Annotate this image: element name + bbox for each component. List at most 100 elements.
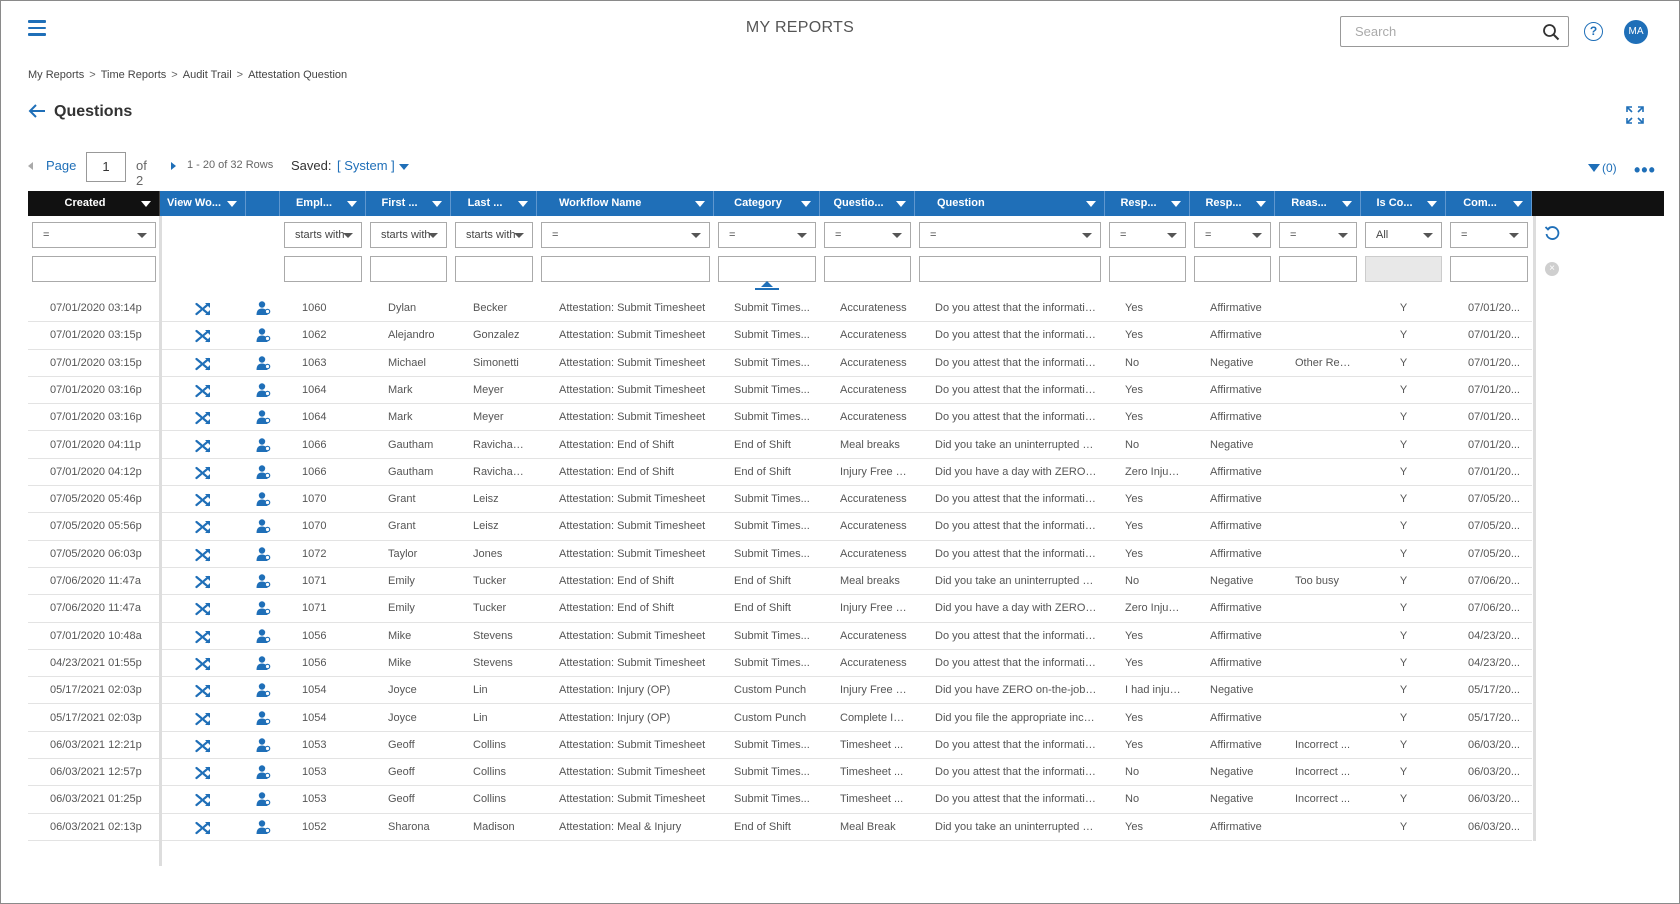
employee-icon[interactable] [255,682,271,698]
filter-operator-select[interactable]: = [718,222,816,248]
table-row[interactable]: 05/17/2021 02:03p 1054 Joyce Lin Attestation… [28,677,1532,705]
chevron-down-icon[interactable] [227,201,237,207]
next-page-icon[interactable] [171,162,176,170]
filter-value-input[interactable] [370,256,447,282]
table-row[interactable]: 07/01/2020 04:12p 1066 Gautham Ravichand...… [28,459,1532,487]
chevron-down-icon[interactable] [691,233,701,238]
chevron-down-icon[interactable] [141,201,151,207]
filter-operator-select[interactable]: = [1279,222,1357,248]
column-header[interactable]: Category [714,191,820,216]
table-row[interactable]: 07/01/2020 03:15p 1062 Alejandro Gonzalez At… [28,322,1532,350]
employee-icon[interactable] [255,737,271,753]
filter-operator-select[interactable]: = [541,222,710,248]
shuffle-icon[interactable] [195,383,211,399]
search-box[interactable] [1340,16,1569,47]
chevron-down-icon[interactable] [1167,233,1177,238]
employee-icon[interactable] [255,710,271,726]
table-row[interactable]: 07/06/2020 11:47a 1071 Emily Tucker Attestat… [28,595,1532,623]
chevron-down-icon[interactable] [1513,201,1523,207]
employee-icon[interactable] [255,382,271,398]
table-row[interactable]: 07/05/2020 05:46p 1070 Grant Leisz Attestati… [28,486,1532,514]
employee-icon[interactable] [255,464,271,480]
chevron-down-icon[interactable] [1427,201,1437,207]
filter-operator-select[interactable]: starts with [455,222,533,248]
filter-operator-select[interactable]: = [1109,222,1186,248]
employee-icon[interactable] [255,764,271,780]
employee-icon[interactable] [255,573,271,589]
shuffle-icon[interactable] [195,301,211,317]
filter-value-input[interactable] [32,256,156,282]
saved-view-select[interactable]: [ System ] [337,158,395,173]
chevron-down-icon[interactable] [1338,233,1348,238]
shuffle-icon[interactable] [195,328,211,344]
employee-icon[interactable] [255,355,271,371]
column-header[interactable]: Is Co... [1361,191,1446,216]
chevron-down-icon[interactable] [797,233,807,238]
chevron-down-icon[interactable] [518,201,528,207]
chevron-down-icon[interactable] [1082,233,1092,238]
employee-icon[interactable] [255,655,271,671]
chevron-down-icon[interactable] [1171,201,1181,207]
shuffle-icon[interactable] [195,356,211,372]
employee-icon[interactable] [255,409,271,425]
shuffle-icon[interactable] [195,438,211,454]
shuffle-icon[interactable] [195,820,211,836]
filter-value-input[interactable] [1279,256,1357,282]
filter-value-input[interactable] [824,256,911,282]
filter-operator-select[interactable]: = [32,222,156,248]
filter-value-input[interactable] [1194,256,1271,282]
chevron-down-icon[interactable] [1256,201,1266,207]
clear-icon[interactable]: × [1545,262,1559,276]
table-row[interactable]: 04/23/2021 01:55p 1056 Mike Stevens Attestat… [28,650,1532,678]
chevron-down-icon[interactable] [801,201,811,207]
search-input[interactable] [1353,18,1533,45]
table-row[interactable]: 06/03/2021 02:13p 1052 Sharona Madison Attes… [28,814,1532,841]
column-header[interactable]: First ... [366,191,451,216]
column-header[interactable]: Resp... [1105,191,1190,216]
column-header[interactable]: Question [915,191,1105,216]
shuffle-icon[interactable] [195,765,211,781]
more-icon[interactable]: ••• [1634,160,1656,181]
shuffle-icon[interactable] [195,574,211,590]
filter-operator-select[interactable]: starts with [370,222,447,248]
shuffle-icon[interactable] [195,629,211,645]
chevron-down-icon[interactable] [347,201,357,207]
column-header[interactable] [246,191,280,216]
shuffle-icon[interactable] [195,656,211,672]
avatar[interactable]: MA [1624,20,1648,44]
chevron-down-icon[interactable] [896,201,906,207]
shuffle-icon[interactable] [195,410,211,426]
filter-operator-select[interactable]: starts with [284,222,362,248]
column-header[interactable]: Last ... [451,191,537,216]
column-header[interactable]: Created [28,191,160,216]
employee-icon[interactable] [255,546,271,562]
column-header[interactable]: Com... [1446,191,1532,216]
filter-value-input[interactable] [919,256,1101,282]
chevron-down-icon[interactable] [432,201,442,207]
table-row[interactable]: 07/05/2020 06:03p 1072 Taylor Jones Attestat… [28,541,1532,568]
chevron-down-icon[interactable] [695,201,705,207]
filter-operator-select[interactable]: = [1450,222,1528,248]
employee-icon[interactable] [255,437,271,453]
column-header[interactable]: View Wo... [160,191,246,216]
filter-operator-select[interactable]: = [824,222,911,248]
column-header[interactable]: Questio... [820,191,915,216]
filter-value-input[interactable] [284,256,362,282]
employee-icon[interactable] [255,600,271,616]
filter-status[interactable]: (0) [1588,161,1617,175]
breadcrumb-time-reports[interactable]: Time Reports [101,69,167,81]
shuffle-icon[interactable] [195,683,211,699]
chevron-down-icon[interactable] [892,233,902,238]
expand-icon[interactable] [1626,106,1644,124]
filter-value-input[interactable] [1109,256,1186,282]
chevron-down-icon[interactable] [1086,201,1096,207]
column-header[interactable]: Reas... [1275,191,1361,216]
shuffle-icon[interactable] [195,519,211,535]
table-row[interactable]: 07/01/2020 03:15p 1063 Michael Simonetti Att… [28,350,1532,377]
breadcrumb-my-reports[interactable]: My Reports [28,69,84,81]
chevron-down-icon[interactable] [1252,233,1262,238]
filter-value-input[interactable] [455,256,533,282]
chevron-down-icon[interactable] [428,233,438,238]
employee-icon[interactable] [255,819,271,835]
filter-value-input[interactable] [718,256,816,282]
